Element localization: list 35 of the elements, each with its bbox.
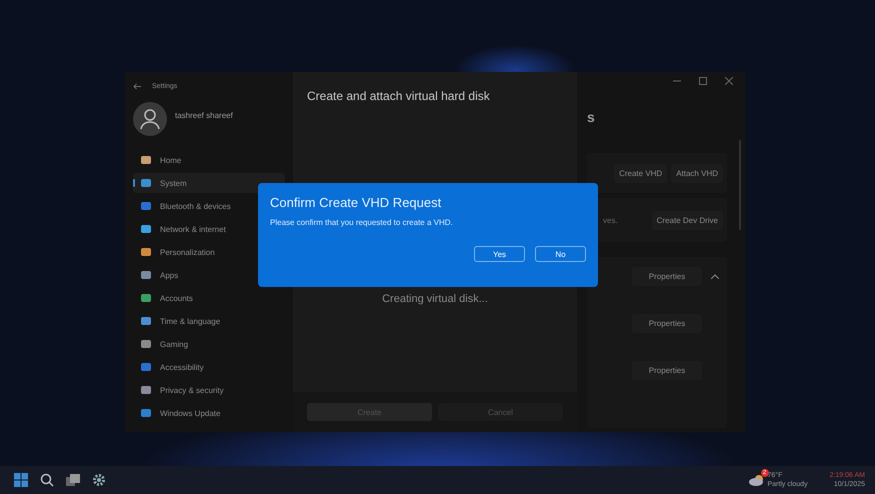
properties-button[interactable]: Properties (632, 361, 702, 380)
nav-item[interactable]: System (133, 173, 285, 193)
gear-icon[interactable] (92, 473, 106, 487)
nav-item[interactable]: Windows Update (133, 403, 285, 423)
confirm-message: Please confirm that you requested to create a VHD. (270, 218, 454, 227)
back-arrow-icon[interactable] (133, 82, 142, 90)
confirm-button[interactable]: Yes (474, 246, 525, 262)
action-button[interactable]: Create VHD (614, 164, 668, 182)
action-button[interactable]: Attach VHD (671, 164, 723, 182)
page-title: s (587, 109, 596, 125)
dialog-title: Create and attach virtual hard disk (306, 88, 491, 103)
properties-button[interactable]: Properties (632, 267, 702, 286)
maximize-icon[interactable] (699, 77, 707, 85)
nav-item[interactable]: Accounts (133, 288, 285, 308)
properties-button[interactable]: Properties (632, 314, 702, 333)
nav-item[interactable]: Personalization (133, 242, 285, 262)
status-text: Creating virtual disk... (381, 293, 489, 305)
nav-item[interactable]: Privacy & security (133, 380, 285, 400)
nav-item[interactable]: Time & language (133, 311, 285, 331)
task-view-icon[interactable] (66, 473, 80, 487)
dev-drive-button[interactable]: Create Dev Drive (652, 210, 723, 230)
cloud-sun-icon[interactable] (748, 474, 764, 486)
start-icon[interactable] (14, 473, 28, 487)
nav-item[interactable]: Apps (133, 265, 285, 285)
search-icon[interactable] (40, 473, 54, 487)
close-icon[interactable] (725, 77, 733, 85)
avatar-icon (133, 102, 167, 136)
description-text: ves. (603, 216, 618, 224)
user-name: tashreef shareef (175, 110, 233, 120)
nav-item[interactable]: Home (133, 150, 285, 170)
nav-item[interactable]: Gaming (133, 334, 285, 354)
confirm-title: Confirm Create VHD Request (270, 195, 442, 210)
nav-item[interactable]: Accessibility (133, 357, 285, 377)
chevron-icon[interactable] (711, 274, 719, 279)
confirm-button[interactable]: No (535, 246, 586, 262)
